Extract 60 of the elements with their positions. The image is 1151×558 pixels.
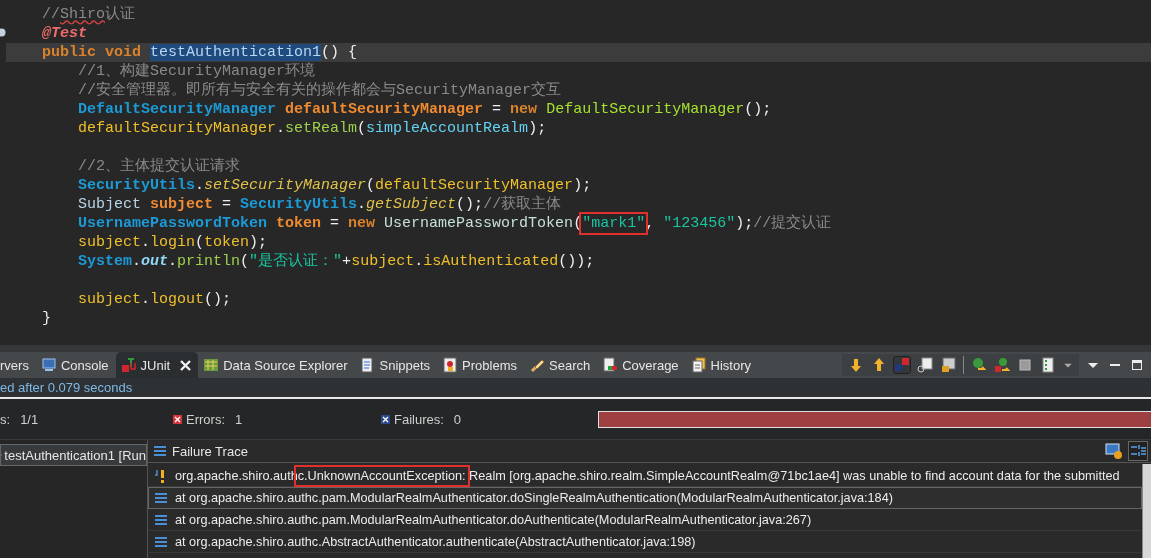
list-icon xyxy=(154,513,168,527)
code-line: Subject subject = SecurityUtils.getSubject();//获取主体 xyxy=(77,195,563,214)
list-icon xyxy=(154,535,168,549)
stack-trace-line[interactable]: at org.apache.shiro.authc.pam.ModularRealmAuthenticator.doAuthenticate(ModularRealmAuthenticator.java:267) xyxy=(148,509,1142,531)
compare-icon[interactable] xyxy=(1105,442,1123,460)
counter-label: Errors: xyxy=(186,411,225,427)
lock-layout-icon[interactable] xyxy=(940,357,956,373)
junit-icon xyxy=(120,357,137,373)
code-line: //安全管理器。即所有与安全有关的操作都会与SecurityManager交互 xyxy=(77,81,563,100)
view-tab[interactable]: Snippets xyxy=(354,352,438,378)
filter-trace-icon[interactable] xyxy=(1129,442,1147,460)
monitor-icon xyxy=(40,357,57,373)
code-line: //1、构建SecurityManager环境 xyxy=(77,62,317,81)
list-icon xyxy=(153,444,167,458)
counter-label: Failures: xyxy=(394,411,444,427)
view-tab[interactable]: Console xyxy=(35,352,116,378)
view-tab[interactable]: Data Source Explorer xyxy=(198,352,355,378)
code-line: @Test xyxy=(41,24,88,43)
grid-icon xyxy=(203,357,220,373)
view-tab[interactable]: Search xyxy=(524,352,598,378)
view-tab[interactable]: rvers xyxy=(0,352,36,378)
counter-value: 1/1 xyxy=(20,411,39,427)
panel-title: Failure Trace xyxy=(172,443,248,459)
stack-trace-line[interactable]: at org.apache.shiro.authc.AbstractAuthenticator.authenticate(AbstractAuthenticator.java:198) xyxy=(148,531,1142,553)
code-line: SecurityUtils.setSecurityManager(defaultSecurityManager); xyxy=(77,176,593,195)
counter-label: s: xyxy=(0,411,11,427)
close-icon[interactable] xyxy=(180,359,192,371)
maximize-icon[interactable] xyxy=(1131,359,1143,371)
view-tab[interactable]: JUnit xyxy=(115,352,199,378)
code-line: //2、主体提交认证请求 xyxy=(77,157,241,176)
code-line: subject.logout(); xyxy=(77,290,233,309)
documents-icon xyxy=(690,357,707,373)
flashlight-icon xyxy=(529,357,545,373)
rerun-icon[interactable] xyxy=(971,357,987,373)
code-line: System.out.println("是否认证："+subject.isAuthenticated()); xyxy=(77,252,596,271)
history-list-icon[interactable] xyxy=(1040,357,1056,373)
view-tab[interactable]: Coverage xyxy=(597,352,686,378)
page-icon[interactable] xyxy=(917,357,933,373)
view-tab[interactable]: History xyxy=(685,352,759,378)
coverage-icon xyxy=(602,357,619,373)
test-tree-item[interactable]: testAuthentication1 [Run xyxy=(0,444,147,466)
down-arrow-icon[interactable] xyxy=(848,357,864,373)
counter-value: 1 xyxy=(235,411,243,427)
view-tab[interactable]: Problems xyxy=(437,352,524,378)
rerun-failed-icon[interactable] xyxy=(994,357,1010,373)
code-line: } xyxy=(41,309,52,328)
list-icon xyxy=(154,491,168,505)
problems-icon xyxy=(442,357,459,373)
code-line: //Shiro认证 xyxy=(41,5,137,24)
stop-icon[interactable] xyxy=(1017,357,1033,373)
failure-icon xyxy=(381,414,390,424)
status-text: ed after 0.079 seconds xyxy=(0,380,133,395)
counter-value: 0 xyxy=(453,411,462,427)
error-icon xyxy=(173,414,182,424)
code-line: DefaultSecurityManager defaultSecurityManager = new DefaultSecurityManager(); xyxy=(77,100,773,119)
document-icon xyxy=(359,357,376,373)
code-line: subject.login(token); xyxy=(77,233,269,252)
up-arrow-icon[interactable] xyxy=(871,357,887,373)
code-line: defaultSecurityManager.setRealm(simpleAccountRealm); xyxy=(77,119,548,138)
scrollbar[interactable] xyxy=(1142,464,1151,558)
